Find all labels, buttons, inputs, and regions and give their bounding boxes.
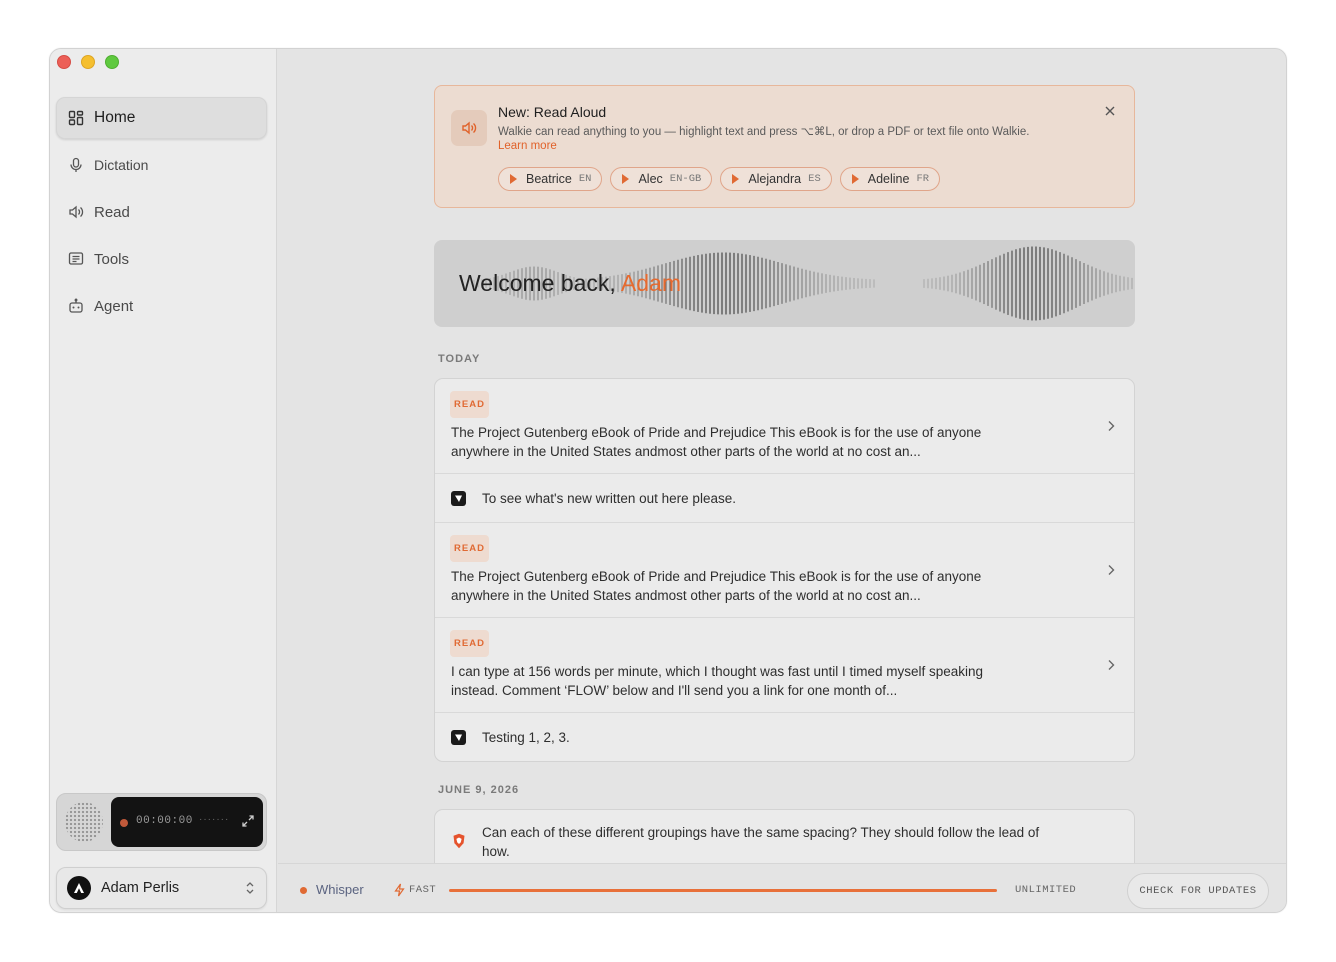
item-text[interactable]: Can each of these different groupings ha… xyxy=(482,823,1042,861)
plan-label: UNLIMITED xyxy=(1015,884,1077,896)
sidebar-item-home[interactable]: Home xyxy=(56,97,267,139)
voice-language: EN xyxy=(578,173,592,185)
window-controls xyxy=(57,55,119,69)
zoom-window-button[interactable] xyxy=(105,55,119,69)
app-icon xyxy=(451,491,466,506)
voice-sample-button[interactable]: Beatrice EN xyxy=(498,167,603,191)
voice-sample-button[interactable]: Adeline FR xyxy=(839,167,941,191)
item-text: Testing 1, 2, 3. xyxy=(482,730,570,745)
grid-icon xyxy=(68,110,84,126)
sidebar-item-label: Read xyxy=(94,203,130,221)
play-icon xyxy=(622,174,630,184)
banner-title: New: Read Aloud xyxy=(498,104,607,120)
sidebar-item-label: Home xyxy=(94,109,136,126)
recorder-level-dots: ······· xyxy=(199,814,230,825)
welcome-card: Welcome back, Adam xyxy=(434,240,1135,327)
list-item[interactable]: READ The Project Gutenberg eBook of Prid… xyxy=(435,523,1134,618)
chevron-right-icon xyxy=(1108,421,1115,431)
section-label-today: TODAY xyxy=(438,353,481,365)
list-item[interactable]: To see what's new written out here pleas… xyxy=(435,474,1134,523)
robot-icon xyxy=(69,298,83,313)
read-aloud-banner: New: Read Aloud Walkie can read anything… xyxy=(434,85,1135,208)
chevron-right-icon xyxy=(1108,565,1115,575)
user-name: Adam Perlis xyxy=(101,880,180,896)
read-badge: READ xyxy=(450,630,489,657)
sidebar-item-dictation[interactable]: Dictation xyxy=(56,144,267,186)
welcome-prefix: Welcome back, xyxy=(459,270,621,296)
voice-list: Beatrice EN Alec EN-GB Alejandra ES Adeline… xyxy=(498,167,941,191)
chevron-updown-icon xyxy=(246,882,254,894)
mini-recorder[interactable]: 00:00:00 ······· xyxy=(56,793,267,851)
minimize-window-button[interactable] xyxy=(81,55,95,69)
sidebar-nav: Home Dictation Read Tools Agent xyxy=(56,97,267,332)
close-icon[interactable] xyxy=(1104,105,1116,117)
app-window: Home Dictation Read Tools Agent 00:00:00… xyxy=(49,48,1287,913)
expand-icon[interactable] xyxy=(241,814,255,828)
recorder-time: 00:00:00 xyxy=(136,815,193,827)
read-badge: READ xyxy=(450,535,489,562)
recorder-display: 00:00:00 ······· xyxy=(111,797,263,847)
voice-sample-button[interactable]: Alec EN-GB xyxy=(610,167,713,191)
model-status-dot xyxy=(300,887,307,894)
item-text: The Project Gutenberg eBook of Pride and… xyxy=(451,569,982,603)
speaker-icon xyxy=(451,110,487,146)
user-switcher[interactable]: Adam Perlis xyxy=(56,867,267,909)
item-text: The Project Gutenberg eBook of Pride and… xyxy=(451,425,982,459)
welcome-heading: Welcome back, Adam xyxy=(459,270,681,297)
usage-progress-fill xyxy=(449,889,997,892)
app-icon xyxy=(451,730,466,745)
record-dot-icon xyxy=(120,819,128,827)
speaker-icon xyxy=(69,205,84,219)
sidebar-item-label: Tools xyxy=(94,250,130,268)
sidebar-item-label: Agent xyxy=(94,297,134,315)
voice-name: Alejandra xyxy=(748,172,802,186)
voice-language: FR xyxy=(916,173,930,185)
voice-name: Alec xyxy=(638,172,663,186)
logo-icon xyxy=(74,883,84,893)
bolt-icon xyxy=(394,883,405,897)
speaker-grille xyxy=(65,802,103,842)
learn-more-link[interactable]: Learn more xyxy=(498,140,557,152)
sidebar-item-label: Dictation xyxy=(94,157,149,173)
sidebar-item-tools[interactable]: Tools xyxy=(56,238,267,280)
section-label-date: JUNE 9, 2026 xyxy=(438,784,520,796)
play-icon xyxy=(851,174,859,184)
chevron-right-icon xyxy=(1108,660,1115,670)
play-icon xyxy=(732,174,740,184)
sidebar-item-read[interactable]: Read xyxy=(56,191,267,233)
status-bar: Whisper FAST UNLIMITED CHECK FOR UPDATES xyxy=(278,863,1286,912)
list-item[interactable]: READ I can type at 156 words per minute,… xyxy=(435,618,1134,713)
brave-browser-icon xyxy=(453,833,465,849)
item-text: I can type at 156 words per minute, whic… xyxy=(451,664,984,698)
welcome-user-name: Adam xyxy=(620,270,682,296)
voice-sample-button[interactable]: Alejandra ES xyxy=(720,167,832,191)
voice-language: EN-GB xyxy=(669,173,702,185)
list-item[interactable]: Testing 1, 2, 3. xyxy=(435,713,1134,761)
voice-name: Adeline xyxy=(867,172,910,186)
play-icon xyxy=(510,174,517,184)
microphone-icon xyxy=(70,157,82,172)
avatar xyxy=(67,876,91,900)
voice-language: ES xyxy=(808,173,821,185)
model-name[interactable]: Whisper xyxy=(316,882,364,897)
voice-name: Beatrice xyxy=(526,172,572,186)
close-window-button[interactable] xyxy=(57,55,71,69)
speed-label: FAST xyxy=(409,884,437,896)
read-badge: READ xyxy=(450,391,489,418)
sidebar: Home Dictation Read Tools Agent 00:00:00… xyxy=(50,49,277,912)
document-icon xyxy=(68,252,84,265)
list-item[interactable]: READ The Project Gutenberg eBook of Prid… xyxy=(435,379,1134,474)
main-content: New: Read Aloud Walkie can read anything… xyxy=(278,49,1286,863)
history-list-june: Can each of these different groupings ha… xyxy=(434,809,1135,863)
item-text: To see what's new written out here pleas… xyxy=(482,491,736,506)
banner-description: Walkie can read anything to you — highli… xyxy=(498,126,1030,138)
usage-progress-bar xyxy=(449,889,997,892)
history-list-today: READ The Project Gutenberg eBook of Prid… xyxy=(434,378,1135,762)
sidebar-item-agent[interactable]: Agent xyxy=(56,285,267,327)
check-for-updates-button[interactable]: CHECK FOR UPDATES xyxy=(1127,873,1269,909)
